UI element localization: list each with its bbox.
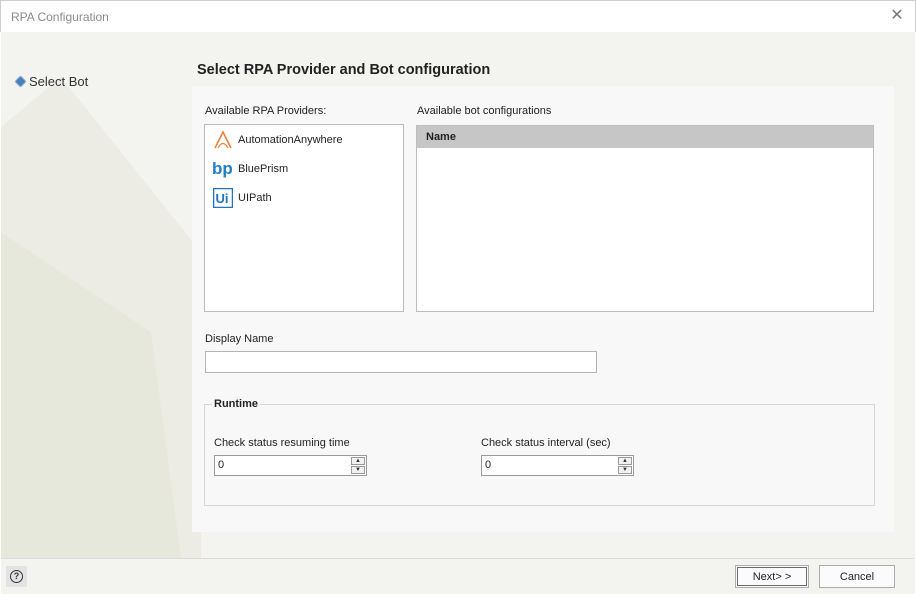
column-header-name[interactable]: Name — [417, 126, 873, 148]
sidebar-item-label: Select Bot — [29, 74, 89, 89]
resuming-time-spinner[interactable]: 0 ▲ ▼ — [214, 455, 367, 476]
resuming-time-value: 0 — [218, 459, 225, 471]
spinner-up-icon[interactable]: ▲ — [618, 457, 632, 465]
providers-list[interactable]: AutomationAnywhere bp BluePrism Ui UIPat… — [204, 124, 404, 312]
provider-label: BluePrism — [238, 162, 289, 175]
bots-label: Available bot configurations — [417, 105, 552, 117]
status-interval-spinner[interactable]: 0 ▲ ▼ — [481, 455, 634, 476]
uipath-icon: Ui — [212, 187, 234, 209]
svg-text:Ui: Ui — [216, 191, 229, 206]
bots-table[interactable]: Name — [416, 125, 874, 312]
resuming-time-label: Check status resuming time — [214, 437, 350, 449]
status-interval-label: Check status interval (sec) — [481, 437, 611, 449]
cancel-button[interactable]: Cancel — [819, 565, 895, 588]
help-button[interactable]: ? — [6, 566, 27, 587]
spinner-down-icon[interactable]: ▼ — [618, 466, 632, 474]
provider-label: UIPath — [238, 191, 272, 204]
help-icon: ? — [10, 570, 23, 583]
sidebar-item-select-bot[interactable]: Select Bot — [15, 74, 89, 89]
svg-text:bp: bp — [212, 159, 233, 178]
window-title: RPA Configuration — [11, 10, 109, 24]
spinner-down-icon[interactable]: ▼ — [351, 466, 365, 474]
step-bullet-icon — [15, 76, 26, 87]
runtime-title: Runtime — [212, 398, 260, 410]
close-icon[interactable]: ✕ — [888, 7, 906, 25]
display-name-label: Display Name — [205, 333, 274, 345]
provider-automationanywhere[interactable]: AutomationAnywhere — [205, 125, 403, 154]
spinner-up-icon[interactable]: ▲ — [351, 457, 365, 465]
dialog-footer: ? Next> > Cancel — [1, 558, 915, 594]
providers-label: Available RPA Providers: — [205, 105, 327, 117]
page-title: Select RPA Provider and Bot configuratio… — [197, 62, 491, 78]
status-interval-value: 0 — [485, 459, 492, 471]
display-name-input[interactable] — [205, 351, 597, 373]
provider-uipath[interactable]: Ui UIPath — [205, 183, 403, 212]
provider-blueprism[interactable]: bp BluePrism — [205, 154, 403, 183]
blueprism-icon: bp — [212, 158, 234, 180]
automation-anywhere-icon — [212, 129, 234, 151]
provider-label: AutomationAnywhere — [238, 133, 343, 146]
next-button[interactable]: Next> > — [735, 565, 809, 588]
title-bar: RPA Configuration ✕ — [0, 0, 916, 32]
